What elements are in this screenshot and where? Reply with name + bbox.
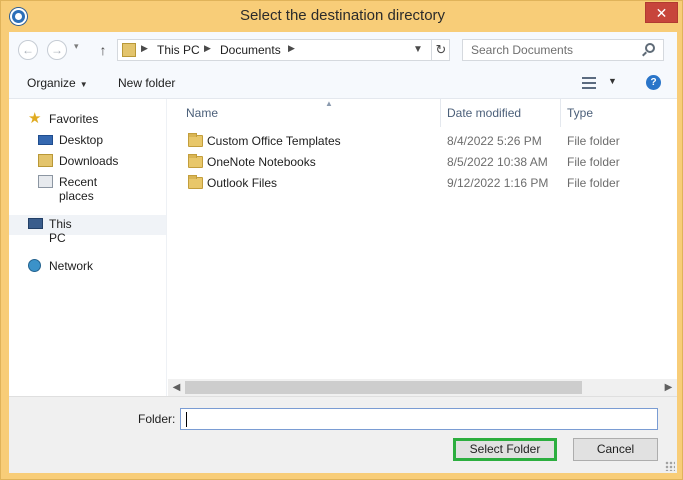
breadcrumb-separator-icon[interactable]: ▶ — [204, 43, 211, 54]
chevron-down-icon[interactable]: ▼ — [413, 44, 423, 55]
arrow-up-icon: ↑ — [99, 42, 107, 58]
search-icon[interactable] — [645, 43, 655, 53]
file-date: 8/4/2022 5:26 PM — [447, 134, 542, 148]
file-name: Custom Office Templates — [207, 134, 341, 148]
sidebar-item-label: Desktop — [59, 133, 104, 147]
folder-icon — [188, 175, 203, 189]
back-button[interactable]: ← — [18, 40, 38, 60]
arrow-right-icon: → — [51, 43, 63, 57]
scroll-thumb[interactable] — [185, 381, 582, 394]
list-item[interactable]: Custom Office Templates 8/4/2022 5:26 PM… — [168, 131, 677, 152]
dialog-footer: Folder: Select Folder Cancel — [9, 396, 677, 473]
sidebar-item-label: This PC — [49, 217, 72, 245]
close-button[interactable]: ✕ — [645, 2, 678, 23]
command-bar: Organize ▼ New folder ▼ ? — [9, 68, 677, 99]
scroll-right-icon[interactable]: ▶ — [660, 379, 677, 396]
file-name: OneNote Notebooks — [207, 155, 316, 169]
breadcrumb-separator-icon[interactable]: ▶ — [141, 43, 148, 54]
refresh-button[interactable]: ↻ — [431, 40, 450, 60]
file-date: 9/12/2022 1:16 PM — [447, 176, 549, 190]
help-icon: ? — [650, 77, 657, 88]
sidebar-item-label: Network — [49, 259, 94, 273]
desktop-icon — [38, 135, 53, 145]
file-type: File folder — [567, 176, 620, 190]
file-date: 8/5/2022 10:38 AM — [447, 155, 548, 169]
search-box[interactable]: Search Documents — [462, 39, 664, 61]
breadcrumb-this-pc[interactable]: This PC — [157, 43, 200, 57]
recent-places-icon — [38, 175, 53, 188]
organize-menu[interactable]: Organize ▼ — [27, 76, 88, 90]
chevron-down-icon: ▼ — [608, 76, 617, 86]
column-header-date-modified[interactable]: Date modified — [447, 99, 560, 127]
chevron-down-icon: ▼ — [79, 80, 88, 89]
file-type: File folder — [567, 134, 620, 148]
recent-locations-caret[interactable]: ▾ — [74, 41, 79, 52]
sidebar-item-label: Recent places — [59, 175, 98, 203]
organize-label: Organize — [27, 76, 76, 90]
forward-button[interactable]: → — [47, 40, 67, 60]
new-folder-button[interactable]: New folder — [118, 76, 175, 90]
horizontal-scrollbar[interactable]: ◀ ▶ — [168, 379, 677, 396]
sidebar-item-label: Favorites — [49, 112, 99, 126]
column-header-label: Name — [186, 106, 219, 120]
downloads-folder-icon — [38, 154, 53, 167]
dialog-client: ← → ▾ ↑ ▶ This PC ▶ Documents ▶ ▼ ↻ Sear… — [9, 32, 677, 473]
list-view-icon — [582, 77, 596, 89]
computer-icon — [28, 218, 43, 229]
file-type: File folder — [567, 155, 620, 169]
resize-grip-icon[interactable] — [665, 461, 675, 471]
folder-icon — [188, 133, 203, 147]
text-cursor — [186, 412, 187, 427]
sidebar-item-label: Downloads — [59, 154, 119, 168]
column-divider[interactable] — [560, 99, 561, 127]
folder-input[interactable] — [180, 408, 658, 430]
list-item[interactable]: Outlook Files 9/12/2022 1:16 PM File fol… — [168, 173, 677, 194]
search-input[interactable]: Search Documents — [471, 43, 573, 57]
help-button[interactable]: ? — [646, 75, 661, 90]
breadcrumb-documents[interactable]: Documents — [220, 43, 281, 57]
column-header-type[interactable]: Type — [567, 99, 677, 127]
title-bar[interactable]: Select the destination directory ✕ — [1, 1, 683, 32]
column-divider[interactable] — [440, 99, 441, 127]
sort-ascending-icon: ▲ — [325, 99, 333, 108]
star-icon: ★ — [28, 110, 42, 127]
window-title: Select the destination directory — [239, 7, 446, 24]
column-header-label: Date modified — [447, 106, 522, 120]
cancel-button[interactable]: Cancel — [573, 438, 658, 461]
network-icon — [28, 259, 41, 272]
navigation-bar: ← → ▾ ↑ ▶ This PC ▶ Documents ▶ ▼ ↻ Sear… — [9, 32, 677, 68]
refresh-icon: ↻ — [435, 42, 447, 57]
folder-icon — [122, 43, 136, 57]
folder-icon — [188, 154, 203, 168]
file-name: Outlook Files — [207, 176, 278, 190]
dialog-window: Select the destination directory ✕ ← → ▾… — [0, 0, 683, 480]
column-header-label: Type — [567, 106, 594, 120]
view-options-button[interactable]: ▼ — [582, 76, 622, 91]
folder-label: Folder: — [138, 412, 176, 426]
scroll-left-icon[interactable]: ◀ — [168, 379, 185, 396]
file-list: Name ▲ Date modified Type Custom Office … — [168, 99, 677, 396]
select-folder-button[interactable]: Select Folder — [453, 438, 557, 461]
arrow-left-icon: ← — [22, 43, 34, 57]
navigation-pane: ★ Favorites Desktop Downloads Recent pla… — [9, 99, 167, 396]
column-header-name[interactable]: Name ▲ — [186, 99, 440, 127]
address-bar[interactable]: ▶ This PC ▶ Documents ▶ ▼ ↻ — [117, 39, 450, 61]
list-item[interactable]: OneNote Notebooks 8/5/2022 10:38 AM File… — [168, 152, 677, 173]
up-button[interactable]: ↑ — [96, 40, 110, 60]
breadcrumb-separator-icon[interactable]: ▶ — [288, 43, 295, 54]
